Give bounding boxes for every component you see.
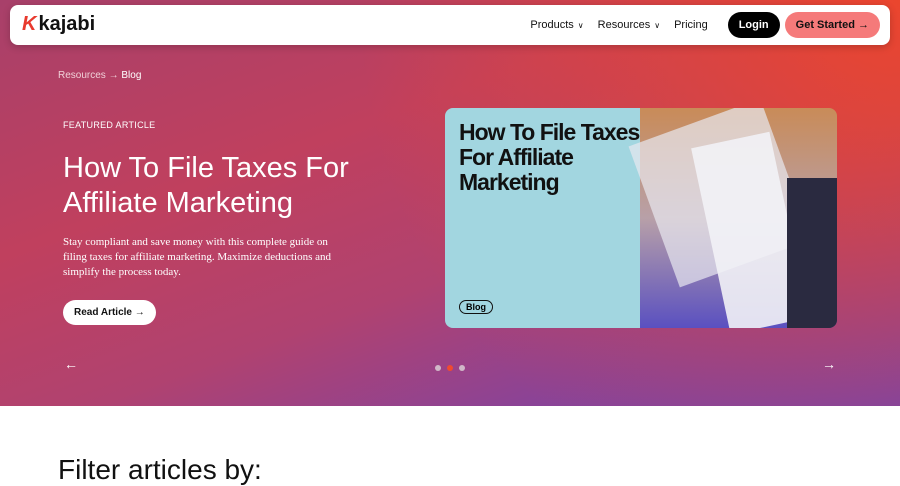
breadcrumb-arrow-icon: → xyxy=(108,70,119,81)
featured-card[interactable]: How To File Taxes For Affiliate Marketin… xyxy=(445,108,837,328)
carousel-dot[interactable] xyxy=(459,365,465,371)
card-image xyxy=(628,108,837,328)
carousel-dot-active[interactable] xyxy=(447,365,453,371)
filter-heading: Filter articles by: xyxy=(58,454,262,485)
logo-text: kajabi xyxy=(38,13,96,35)
next-arrow-icon[interactable]: → xyxy=(822,356,836,372)
carousel-dot[interactable] xyxy=(435,365,441,371)
products-label: Products xyxy=(530,19,574,31)
nav-pricing[interactable]: Pricing xyxy=(674,19,708,31)
chevron-down-icon: ∨ xyxy=(654,21,661,30)
kajabi-k-icon: K xyxy=(22,13,37,35)
featured-description: Stay compliant and save money with this … xyxy=(63,236,331,278)
read-article-button[interactable]: Read Article → xyxy=(63,300,156,325)
breadcrumb-resources[interactable]: Resources xyxy=(58,70,106,81)
blog-tag: Blog xyxy=(459,300,493,314)
nav-resources[interactable]: Resources ∨ xyxy=(598,19,660,31)
breadcrumb: Resources → Blog xyxy=(58,70,141,81)
prev-arrow-icon[interactable]: ← xyxy=(64,356,78,372)
top-nav: Kkajabi Products ∨ Resources ∨ Pricing Log… xyxy=(10,5,890,45)
breadcrumb-blog[interactable]: Blog xyxy=(121,70,141,81)
get-started-button[interactable]: Get Started → xyxy=(784,12,880,38)
carousel-dots xyxy=(435,365,465,371)
kajabi-logo[interactable]: Kkajabi xyxy=(22,13,95,36)
login-button[interactable]: Login xyxy=(727,12,780,38)
featured-label: FEATURED ARTICLE xyxy=(63,120,156,130)
card-title: How To File Taxes For Affiliate Marketin… xyxy=(459,119,640,195)
chevron-down-icon: ∨ xyxy=(577,21,584,30)
resources-label: Resources xyxy=(597,19,651,31)
featured-title: How To File Taxes For Affiliate Marketin… xyxy=(63,152,349,219)
nav-products[interactable]: Products ∨ xyxy=(530,19,583,31)
